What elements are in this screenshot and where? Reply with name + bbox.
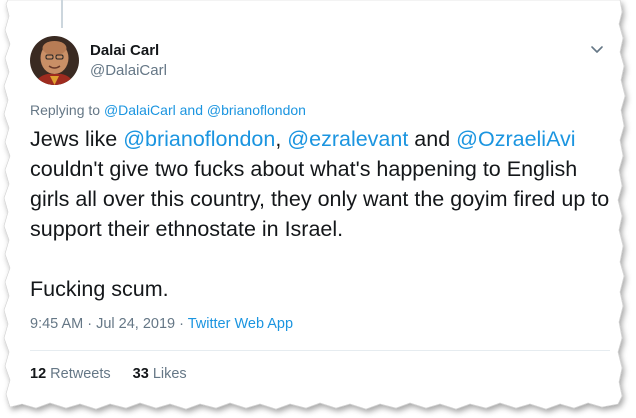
tweet-text: Jews like @brianoflondon, @ezralevant an… [30, 124, 620, 304]
avatar-image [30, 36, 79, 85]
thread-connector-line [61, 0, 63, 28]
tweet-text-segment: couldn't give two fucks about what's hap… [30, 157, 610, 241]
chevron-down-icon[interactable] [588, 40, 606, 58]
replying-to-prefix: Replying to [30, 102, 104, 118]
likes-stat[interactable]: 33 Likes [133, 366, 187, 382]
screenshot-canvas: Dalai Carl @DalaiCarl Replying to @Dalai… [0, 0, 636, 418]
tweet-text-segment: , [275, 127, 288, 151]
tweet-text-segment: and [408, 127, 457, 151]
tweet-closing: Fucking scum. [30, 277, 169, 301]
meta-separator: · [83, 316, 97, 332]
replying-to-line: Replying to @DalaiCarl and @brianoflondo… [30, 102, 306, 118]
mention-link[interactable]: @ezralevant [287, 127, 408, 151]
tweet-source-link[interactable]: Twitter Web App [188, 316, 293, 332]
avatar[interactable] [30, 36, 79, 85]
display-name[interactable]: Dalai Carl [90, 42, 159, 59]
tweet-meta: 9:45 AM · Jul 24, 2019 · Twitter Web App [30, 316, 293, 332]
reply-target-link[interactable]: @DalaiCarl [104, 102, 176, 118]
tweet-text-segment: Jews like [30, 127, 124, 151]
retweets-stat[interactable]: 12 Retweets [30, 366, 111, 382]
tweet-card: Dalai Carl @DalaiCarl Replying to @Dalai… [8, 0, 620, 408]
tweet-body: Jews like @brianoflondon, @ezralevant an… [30, 124, 620, 244]
mention-link[interactable]: @brianoflondon [123, 127, 275, 151]
reply-target-link[interactable]: @brianoflondon [207, 102, 306, 118]
divider [30, 350, 610, 351]
meta-separator: · [175, 316, 188, 332]
mention-link[interactable]: @OzraeliAvi [456, 127, 575, 151]
tweet-date[interactable]: Jul 24, 2019 [96, 316, 175, 332]
likes-label: Likes [152, 366, 187, 382]
retweets-count: 12 [30, 366, 47, 382]
tweet-time[interactable]: 9:45 AM [30, 316, 83, 332]
tweet-stats: 12 Retweets 33 Likes [30, 366, 205, 382]
reply-target-joiner[interactable]: and [176, 102, 207, 118]
retweets-label: Retweets [50, 366, 111, 382]
user-handle[interactable]: @DalaiCarl [90, 62, 167, 79]
likes-count: 33 [132, 366, 149, 382]
